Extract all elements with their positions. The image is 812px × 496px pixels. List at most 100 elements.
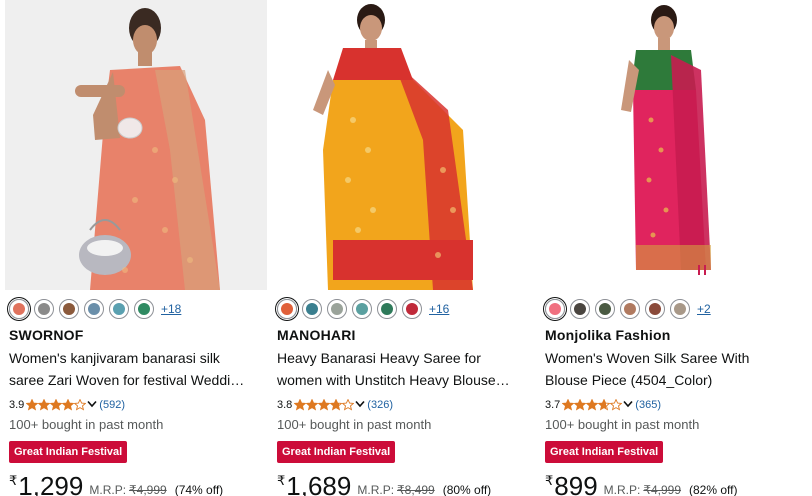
- discount-percent: (80% off): [442, 483, 492, 496]
- review-count-link[interactable]: (365): [635, 399, 661, 411]
- star-icon: [26, 399, 39, 411]
- currency-symbol: ₹: [9, 473, 18, 488]
- more-colors-link[interactable]: +2: [697, 302, 711, 316]
- discount-percent: (74% off): [174, 483, 224, 496]
- color-swatch[interactable]: [59, 299, 79, 319]
- price: 1,299: [18, 471, 84, 496]
- rating-value: 3.7: [545, 399, 561, 411]
- product-grid: +18 SWORNOF Women's kanjivaram banarasi …: [0, 0, 812, 496]
- color-swatch[interactable]: [645, 299, 665, 319]
- star-icon: [330, 399, 343, 411]
- product-card[interactable]: +18 SWORNOF Women's kanjivaram banarasi …: [5, 0, 267, 496]
- rating-row: 3.7 (365): [545, 398, 661, 412]
- price: 1,689: [286, 471, 352, 496]
- chevron-down-icon[interactable]: [623, 399, 633, 411]
- color-swatches: +2: [545, 298, 711, 320]
- color-swatch[interactable]: [377, 299, 397, 319]
- saree-model-image: [5, 0, 267, 290]
- mrp-label: M.R.P:: [603, 483, 641, 496]
- chevron-down-icon[interactable]: [87, 399, 97, 411]
- color-swatch[interactable]: [84, 299, 104, 319]
- deal-badge: Great Indian Festival: [545, 441, 664, 463]
- price-row: ₹ 1,299 M.R.P: ₹4,999 (74% off): [9, 470, 223, 496]
- bought-in-past-month: 100+ bought in past month: [9, 417, 164, 432]
- color-swatch[interactable]: [277, 299, 297, 319]
- title-line: Blouse Piece (4504_Color): [545, 372, 713, 388]
- star-icon: [586, 399, 599, 411]
- mrp-price: ₹8,499: [397, 483, 435, 496]
- color-swatch[interactable]: [570, 299, 590, 319]
- color-swatch[interactable]: [109, 299, 129, 319]
- product-image[interactable]: [5, 0, 267, 290]
- rating-value: 3.8: [277, 399, 293, 411]
- mrp-label: M.R.P:: [89, 483, 127, 496]
- color-swatch[interactable]: [545, 299, 565, 319]
- brand-name: MANOHARI: [277, 327, 356, 343]
- mrp-price: ₹4,999: [129, 483, 167, 496]
- bought-in-past-month: 100+ bought in past month: [277, 417, 432, 432]
- color-swatch[interactable]: [595, 299, 615, 319]
- star-icon: [306, 399, 319, 411]
- chevron-down-icon[interactable]: [355, 399, 365, 411]
- deal-badge: Great Indian Festival: [277, 441, 396, 463]
- color-swatch[interactable]: [9, 299, 29, 319]
- product-card[interactable]: +16 MANOHARI Heavy Banarasi Heavy Saree …: [273, 0, 535, 496]
- product-card[interactable]: +2 Monjolika Fashion Women's Woven Silk …: [541, 0, 803, 496]
- color-swatch[interactable]: [134, 299, 154, 319]
- title-line: saree Zari Woven for festival Weddi…: [9, 372, 245, 388]
- rating-row: 3.8 (326): [277, 398, 393, 412]
- currency-symbol: ₹: [545, 473, 554, 488]
- title-line: Women's Woven Silk Saree With: [545, 350, 750, 366]
- product-title-link[interactable]: Heavy Banarasi Heavy Saree for women wit…: [277, 347, 531, 391]
- saree-model-image: [541, 0, 803, 290]
- color-swatch[interactable]: [34, 299, 54, 319]
- price-row: ₹ 899 M.R.P: ₹4,999 (82% off): [545, 470, 737, 496]
- mrp-price: ₹4,999: [643, 483, 682, 496]
- title-line: Women's kanjivaram banarasi silk: [9, 350, 220, 366]
- star-rating[interactable]: [562, 399, 623, 411]
- star-icon: [562, 399, 575, 411]
- star-icon: [610, 399, 623, 411]
- more-colors-link[interactable]: +16: [429, 302, 449, 316]
- rating-row: 3.9 (592): [9, 398, 125, 412]
- star-icon: [62, 399, 75, 411]
- star-icon: [598, 399, 611, 411]
- price-row: ₹ 1,689 M.R.P: ₹8,499 (80% off): [277, 470, 491, 496]
- star-rating[interactable]: [26, 399, 87, 411]
- star-rating[interactable]: [294, 399, 355, 411]
- star-icon: [574, 399, 587, 411]
- brand-name: SWORNOF: [9, 327, 84, 343]
- product-image[interactable]: [541, 0, 803, 290]
- title-line: women with Unstitch Heavy Blouse…: [277, 372, 510, 388]
- brand-name: Monjolika Fashion: [545, 327, 671, 343]
- mrp-label: M.R.P:: [357, 483, 395, 496]
- star-icon: [294, 399, 307, 411]
- color-swatch[interactable]: [352, 299, 372, 319]
- color-swatch[interactable]: [620, 299, 640, 319]
- product-title-link[interactable]: Women's kanjivaram banarasi silk saree Z…: [9, 347, 263, 391]
- star-icon: [74, 399, 87, 411]
- color-swatch[interactable]: [670, 299, 690, 319]
- saree-model-image: [273, 0, 535, 290]
- review-count-link[interactable]: (592): [99, 399, 125, 411]
- rating-value: 3.9: [9, 399, 25, 411]
- more-colors-link[interactable]: +18: [161, 302, 181, 316]
- discount-percent: (82% off): [689, 483, 738, 496]
- review-count-link[interactable]: (326): [367, 399, 393, 411]
- product-image[interactable]: [273, 0, 535, 290]
- star-icon: [50, 399, 63, 411]
- star-icon: [342, 399, 355, 411]
- color-swatch[interactable]: [302, 299, 322, 319]
- currency-symbol: ₹: [277, 473, 286, 488]
- product-title-link[interactable]: Women's Woven Silk Saree With Blouse Pie…: [545, 347, 799, 391]
- color-swatch[interactable]: [327, 299, 347, 319]
- star-icon: [318, 399, 331, 411]
- price: 899: [554, 471, 598, 496]
- color-swatches: +16: [277, 298, 449, 320]
- deal-badge: Great Indian Festival: [9, 441, 128, 463]
- color-swatch[interactable]: [402, 299, 422, 319]
- bought-in-past-month: 100+ bought in past month: [545, 417, 700, 432]
- color-swatches: +18: [9, 298, 181, 320]
- star-icon: [38, 399, 51, 411]
- title-line: Heavy Banarasi Heavy Saree for: [277, 350, 481, 366]
